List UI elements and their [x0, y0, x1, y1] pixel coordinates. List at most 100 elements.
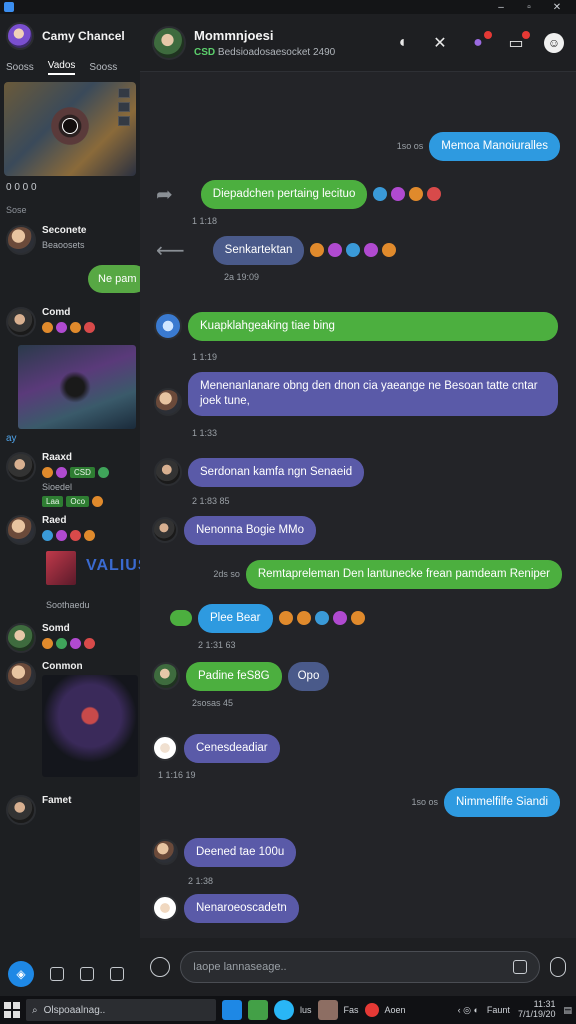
tab-sooss-2[interactable]: Sooss	[89, 62, 117, 73]
chat-subtitle: CSD Bedsioadosaesocket 2490	[194, 47, 384, 58]
add-icon[interactable]	[150, 957, 170, 977]
bubbles-icon[interactable]: ●	[468, 30, 492, 53]
list-item[interactable]: Raed	[0, 511, 140, 549]
tray-icons[interactable]: ‹ ◎ ◐	[458, 1005, 479, 1016]
avatar	[152, 895, 178, 922]
art-title: VALIUS	[86, 557, 140, 574]
avatar	[6, 515, 36, 545]
taskbar-app-icon[interactable]	[248, 1000, 268, 1020]
search-icon: ⌕	[32, 1004, 38, 1016]
taskbar-app-icon[interactable]	[274, 1000, 294, 1020]
message-bubble: Serdonan kamfa ngn Senaeid	[188, 458, 365, 487]
taskbar-search[interactable]: ⌕ Olspoaalnag..	[26, 999, 216, 1021]
message-input[interactable]: Iaope lannaseage..	[180, 951, 540, 983]
start-button[interactable]	[4, 1002, 20, 1018]
taskbar-app-label[interactable]: lus	[300, 1005, 312, 1015]
conversation-name: Seconete	[42, 225, 87, 236]
profile-icon[interactable]: ☺	[544, 32, 564, 53]
reaction-row[interactable]	[373, 187, 442, 202]
close-window-icon[interactable]: ✕	[552, 2, 562, 13]
media-card[interactable]	[4, 82, 136, 176]
message-composer: Iaope lannaseage..	[140, 938, 576, 996]
message-incoming[interactable]: Serdonan kamfa ngn Senaeid	[154, 458, 365, 487]
message-list: 1so os Memoa Manoiuralles ➦ Diepadchen p…	[140, 72, 576, 938]
list-item[interactable]: Comd	[0, 303, 140, 341]
message-bubble: Plee Bear	[198, 604, 273, 633]
notification-center-icon[interactable]: ▤	[563, 1005, 572, 1016]
taskbar-app-icon[interactable]	[222, 1000, 242, 1020]
chat-panel: Mommnjoesi CSD Bedsioadosaesocket 2490 ◖…	[140, 14, 576, 996]
flag-icon[interactable]	[50, 967, 64, 981]
message-incoming[interactable]: Cenesdeadiar	[152, 734, 280, 763]
avatar	[6, 795, 36, 825]
avatar	[154, 387, 182, 416]
message-bubble: Opo	[287, 662, 330, 691]
search-text: Olspoaalnag..	[43, 1004, 106, 1016]
status-badge: CSD	[194, 46, 216, 58]
taskbar-app-icon[interactable]	[364, 1003, 379, 1017]
speaker-icon[interactable]: ◖	[392, 33, 412, 53]
minimize-icon[interactable]: –	[496, 2, 506, 13]
message-incoming[interactable]: ➦ Diepadchen pertaing lecituo	[156, 180, 442, 209]
message-incoming[interactable]: Menenanlanare obng den dnon cia yaeange …	[154, 372, 558, 416]
avatar[interactable]	[152, 25, 186, 60]
conversation-preview: Sioedel	[42, 482, 73, 492]
chat-header: Mommnjoesi CSD Bedsioadosaesocket 2490 ◖…	[140, 14, 576, 72]
play-icon[interactable]	[62, 118, 78, 134]
message-incoming[interactable]: Nenaroeoscadetn	[152, 894, 299, 923]
reply-icon[interactable]: ⟵	[156, 238, 185, 263]
list-item[interactable]: Famet	[0, 791, 140, 829]
system-tray: ‹ ◎ ◐ Faunt 11:31 7/1/19/20 ▤	[458, 999, 572, 1020]
taskbar-app-label[interactable]: Aoen	[385, 1005, 406, 1015]
message-outgoing[interactable]: 1so os Memoa Manoiuralles	[397, 132, 560, 161]
game-thumbnail[interactable]	[18, 345, 136, 429]
timestamp: 2 1:38	[188, 876, 214, 886]
taskbar-app-label[interactable]: Fas	[344, 1005, 359, 1015]
conversation-name: Raaxd	[42, 452, 73, 463]
list-item[interactable]: Seconete Beaoosets	[0, 221, 140, 259]
window-icon[interactable]	[110, 967, 124, 981]
mic-icon[interactable]	[550, 957, 566, 977]
link-text[interactable]: ay	[0, 429, 140, 448]
conversation-name: Famet	[42, 795, 72, 806]
message-outgoing[interactable]: 1so os Nimmelfilfe Siandi	[411, 788, 560, 817]
message-input-placeholder: Iaope lannaseage..	[193, 961, 287, 973]
close-icon[interactable]: ✕	[430, 33, 450, 53]
avatar	[6, 623, 36, 653]
message-incoming[interactable]: Kuapklahgeaking tiae bing	[154, 312, 558, 341]
clock[interactable]: 11:31 7/1/19/20	[518, 999, 556, 1020]
message-bubble: Remtapreleman Den lantunecke frean pamde…	[245, 560, 562, 589]
art-thumbnail[interactable]	[42, 675, 138, 777]
sidebar-header: Camy Chancel	[0, 14, 140, 58]
conversation-preview: Beaoosets	[42, 240, 85, 250]
message-bubble: Menenanlanare obng den dnon cia yaeange …	[188, 372, 558, 416]
message-bubble: Cenesdeadiar	[184, 734, 280, 763]
emoji-icon[interactable]	[513, 960, 527, 974]
avatar	[154, 312, 182, 341]
reaction-row[interactable]	[278, 611, 365, 626]
avatar	[6, 661, 36, 691]
message-incoming[interactable]: Plee Bear	[170, 604, 365, 633]
notification-icon[interactable]: ▭	[506, 30, 530, 53]
message-incoming[interactable]: Nenonna Bogie MMo	[152, 516, 317, 545]
forward-icon[interactable]: ➦	[156, 182, 173, 207]
tab-vados[interactable]: Vados	[47, 60, 76, 75]
maximize-icon[interactable]: ▫	[524, 2, 534, 13]
sidebar-title: Camy Chancel	[42, 29, 125, 43]
message-incoming[interactable]: ⟵ Senkartektan	[156, 236, 397, 265]
tab-sooss-1[interactable]: Sooss	[6, 62, 34, 73]
message-incoming[interactable]: Padine feS8G Opo	[152, 662, 330, 691]
media-controls[interactable]: 0 0 0 0	[0, 176, 140, 199]
message-incoming[interactable]: Deened tae 100u	[152, 838, 297, 867]
taskbar-app-icon[interactable]	[317, 1000, 338, 1020]
list-item[interactable]: Raaxd CSD Sioedel Laa Oco	[0, 448, 140, 511]
play-box-icon[interactable]	[80, 967, 94, 981]
reaction-row[interactable]	[310, 243, 397, 258]
art-row: VALIUS	[0, 551, 140, 591]
art-thumbnail[interactable]	[46, 551, 76, 585]
list-item[interactable]: Somd	[0, 619, 140, 657]
reaction-row	[42, 530, 95, 541]
home-icon[interactable]: ◈	[8, 961, 34, 987]
avatar[interactable]	[6, 22, 34, 50]
message-outgoing[interactable]: 2ds so Remtapreleman Den lantunecke frea…	[213, 560, 562, 589]
